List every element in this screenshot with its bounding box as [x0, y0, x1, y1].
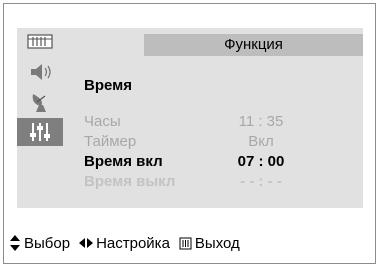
off-time-label: Время выкл [84, 173, 176, 190]
timer-value: Вкл [248, 133, 274, 150]
clock-value: 11 : 35 [238, 113, 284, 130]
adjust-label: Настройка [96, 234, 170, 252]
clock-row[interactable]: Часы 11 : 35 [84, 113, 344, 133]
up-down-arrows-icon [10, 235, 20, 251]
section-title: Время [84, 77, 132, 94]
footer-select-hint: Выбор [10, 235, 70, 252]
antenna-icon [32, 94, 46, 112]
menu-exit-icon [179, 237, 192, 249]
exit-label: Выход [194, 234, 240, 252]
off-time-value: - - : - - [240, 173, 282, 190]
on-time-label: Время вкл [84, 153, 163, 170]
timer-row[interactable]: Таймер Вкл [84, 133, 344, 153]
sidebar-item-function[interactable] [17, 118, 63, 146]
picture-menu-icon [27, 34, 53, 49]
sidebar-item-channel[interactable] [17, 88, 63, 116]
clock-label: Часы [84, 113, 121, 130]
speaker-icon [31, 64, 51, 80]
on-time-row[interactable]: Время вкл 07 : 00 [84, 153, 344, 173]
function-settings-icon [30, 123, 50, 141]
on-time-value: 07 : 00 [237, 153, 285, 170]
menu-sidebar [17, 28, 63, 208]
select-label: Выбор [24, 234, 71, 252]
help-footer: Выбор Настройка Выход [10, 232, 370, 254]
timer-label: Таймер [84, 133, 137, 150]
sidebar-item-picture[interactable] [17, 28, 63, 56]
menu-title: Функция [224, 36, 283, 53]
left-right-arrows-icon [79, 238, 94, 248]
footer-exit-hint: Выход [179, 235, 240, 252]
off-time-row[interactable]: Время выкл - - : - - [84, 173, 344, 193]
footer-adjust-hint: Настройка [79, 235, 170, 252]
sidebar-item-sound[interactable] [17, 58, 63, 86]
